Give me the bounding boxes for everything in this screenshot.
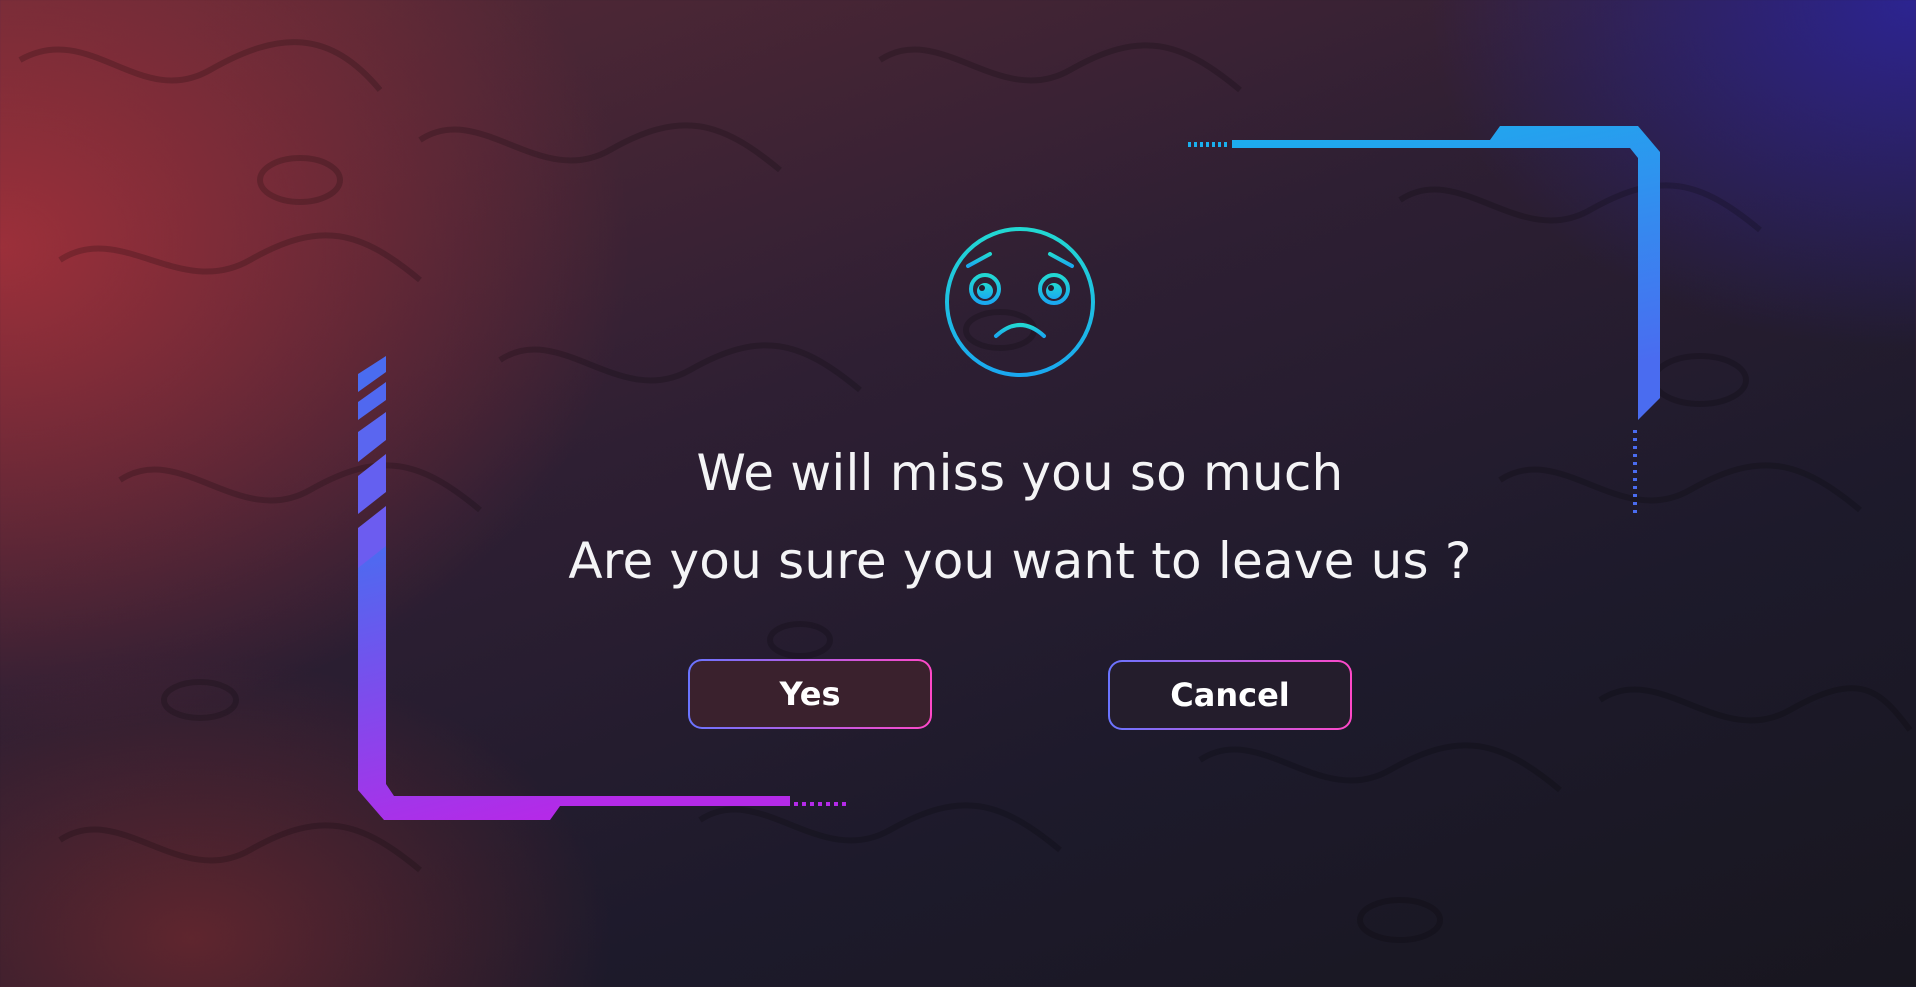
- yes-button[interactable]: Yes: [688, 659, 932, 729]
- message-line-2: Are you sure you want to leave us ?: [568, 532, 1472, 590]
- leave-confirmation-dialog: We will miss you so much Are you sure yo…: [0, 0, 1916, 987]
- cancel-button[interactable]: Cancel: [1108, 660, 1352, 730]
- message-line-1: We will miss you so much: [696, 444, 1344, 502]
- sad-face-icon: [945, 227, 1095, 377]
